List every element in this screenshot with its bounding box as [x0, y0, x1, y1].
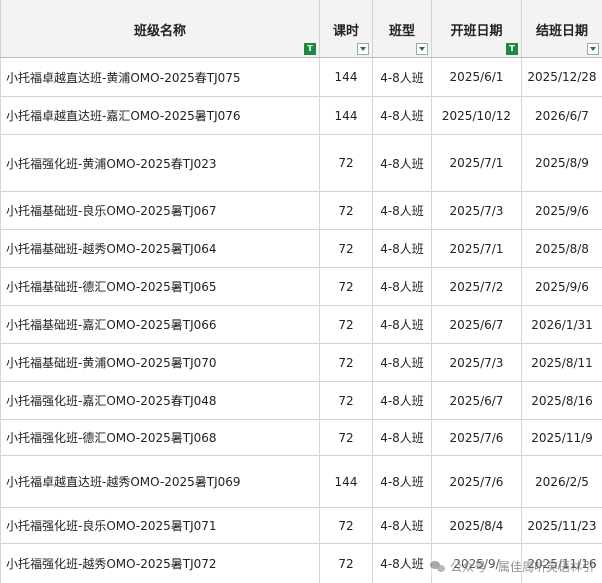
class-type-cell[interactable]: 4-8人班 [372, 507, 432, 544]
start-date-cell[interactable]: 2025/7/6 [431, 455, 522, 508]
hours-cell[interactable]: 144 [319, 57, 373, 97]
class-type-cell[interactable]: 4-8人班 [372, 343, 432, 382]
filter-active-icon[interactable]: T [304, 43, 316, 55]
filter-dropdown-icon[interactable] [587, 43, 599, 55]
end-date-cell[interactable]: 2025/9/6 [521, 267, 602, 306]
class-type-cell[interactable]: 4-8人班 [372, 543, 432, 583]
class-type-cell[interactable]: 4-8人班 [372, 455, 432, 508]
class-type-cell[interactable]: 4-8人班 [372, 419, 432, 456]
hours-cell[interactable]: 72 [319, 191, 373, 230]
header-label: 结班日期 [535, 24, 588, 39]
table-row[interactable]: 小托福卓越直达班-黄浦OMO-2025春TJ075 144 4-8人班 2025/6/… [0, 57, 602, 97]
class-name-cell[interactable]: 小托福基础班-德汇OMO-2025暑TJ065 [0, 267, 320, 306]
class-table: 班级名称 T 课时 班型 开班日期 T 结班日期 小托福卓越直达班-黄浦OMO-… [0, 0, 602, 583]
table-row[interactable]: 小托福强化班-嘉汇OMO-2025春TJ048 72 4-8人班 2025/6/7 20… [0, 381, 602, 420]
start-date-cell[interactable]: 2025/7/6 [431, 419, 522, 456]
class-name-cell[interactable]: 小托福强化班-良乐OMO-2025暑TJ071 [0, 507, 320, 544]
class-name-cell[interactable]: 小托福强化班-黄浦OMO-2025春TJ023 [0, 134, 320, 192]
wechat-icon [430, 560, 446, 573]
class-type-cell[interactable]: 4-8人班 [372, 96, 432, 135]
header-label: 课时 [332, 24, 359, 39]
table-row[interactable]: 小托福基础班-嘉汇OMO-2025暑TJ066 72 4-8人班 2025/6/7 20… [0, 305, 602, 344]
table-row[interactable]: 小托福基础班-黄浦OMO-2025暑TJ070 72 4-8人班 2025/7/3 20… [0, 343, 602, 382]
class-type-cell[interactable]: 4-8人班 [372, 57, 432, 97]
end-date-cell[interactable]: 2025/8/11 [521, 343, 602, 382]
start-date-cell[interactable]: 2025/7/2 [431, 267, 522, 306]
class-name-cell[interactable]: 小托福卓越直达班-黄浦OMO-2025春TJ075 [0, 57, 320, 97]
end-date-cell[interactable]: 2026/1/31 [521, 305, 602, 344]
table-row[interactable]: 小托福卓越直达班-越秀OMO-2025暑TJ069 144 4-8人班 2025/7/… [0, 455, 602, 508]
class-type-cell[interactable]: 4-8人班 [372, 381, 432, 420]
class-type-cell[interactable]: 4-8人班 [372, 267, 432, 306]
table-row[interactable]: 小托福卓越直达班-嘉汇OMO-2025暑TJ076 144 4-8人班 2025/10… [0, 96, 602, 135]
watermark-text: 公众号 [450, 560, 487, 574]
class-name-cell[interactable]: 小托福强化班-德汇OMO-2025暑TJ068 [0, 419, 320, 456]
hours-cell[interactable]: 72 [319, 507, 373, 544]
class-name-cell[interactable]: 小托福强化班-嘉汇OMO-2025春TJ048 [0, 381, 320, 420]
end-date-cell[interactable]: 2025/8/16 [521, 381, 602, 420]
hours-cell[interactable]: 72 [319, 543, 373, 583]
header-row: 班级名称 T 课时 班型 开班日期 T 结班日期 [0, 0, 602, 58]
start-date-cell[interactable]: 2025/6/1 [431, 57, 522, 97]
filter-dropdown-icon[interactable] [416, 43, 428, 55]
header-class-type: 班型 [372, 0, 432, 58]
hours-cell[interactable]: 144 [319, 455, 373, 508]
class-type-cell[interactable]: 4-8人班 [372, 229, 432, 268]
header-label: 班级名称 [133, 24, 186, 39]
header-label: 开班日期 [450, 24, 503, 39]
header-end-date: 结班日期 [521, 0, 602, 58]
class-type-cell[interactable]: 4-8人班 [372, 134, 432, 192]
start-date-cell[interactable]: 2025/6/7 [431, 305, 522, 344]
end-date-cell[interactable]: 2025/11/9 [521, 419, 602, 456]
table-row[interactable]: 小托福基础班-德汇OMO-2025暑TJ065 72 4-8人班 2025/7/2 20… [0, 267, 602, 306]
hours-cell[interactable]: 72 [319, 134, 373, 192]
start-date-cell[interactable]: 2025/7/3 [431, 191, 522, 230]
header-class-name: 班级名称 T [0, 0, 320, 58]
start-date-cell[interactable]: 2025/8/4 [431, 507, 522, 544]
header-hours: 课时 [319, 0, 373, 58]
end-date-cell[interactable]: 2025/12/28 [521, 57, 602, 97]
start-date-cell[interactable]: 2025/6/7 [431, 381, 522, 420]
filter-dropdown-icon[interactable] [357, 43, 369, 55]
class-name-cell[interactable]: 小托福卓越直达班-嘉汇OMO-2025暑TJ076 [0, 96, 320, 135]
watermark-text: 属佳周听英语林引 [497, 560, 594, 574]
table-row[interactable]: 小托福强化班-德汇OMO-2025暑TJ068 72 4-8人班 2025/7/6 20… [0, 419, 602, 456]
class-name-cell[interactable]: 小托福基础班-黄浦OMO-2025暑TJ070 [0, 343, 320, 382]
class-name-cell[interactable]: 小托福卓越直达班-越秀OMO-2025暑TJ069 [0, 455, 320, 508]
table-row[interactable]: 小托福基础班-越秀OMO-2025暑TJ064 72 4-8人班 2025/7/1 20… [0, 229, 602, 268]
class-name-cell[interactable]: 小托福强化班-越秀OMO-2025暑TJ072 [0, 543, 320, 583]
header-start-date: 开班日期 T [431, 0, 522, 58]
class-name-cell[interactable]: 小托福基础班-越秀OMO-2025暑TJ064 [0, 229, 320, 268]
class-type-cell[interactable]: 4-8人班 [372, 191, 432, 230]
end-date-cell[interactable]: 2025/9/6 [521, 191, 602, 230]
end-date-cell[interactable]: 2025/8/9 [521, 134, 602, 192]
start-date-cell[interactable]: 2025/7/1 [431, 134, 522, 192]
table-row[interactable]: 小托福强化班-黄浦OMO-2025春TJ023 72 4-8人班 2025/7/1 20… [0, 134, 602, 192]
hours-cell[interactable]: 72 [319, 381, 373, 420]
watermark-separator: · [490, 559, 494, 574]
watermark: 公众号 · 属佳周听英语林引 [430, 558, 594, 575]
hours-cell[interactable]: 72 [319, 305, 373, 344]
hours-cell[interactable]: 72 [319, 419, 373, 456]
hours-cell[interactable]: 72 [319, 229, 373, 268]
start-date-cell[interactable]: 2025/7/1 [431, 229, 522, 268]
hours-cell[interactable]: 72 [319, 267, 373, 306]
start-date-cell[interactable]: 2025/10/12 [431, 96, 522, 135]
header-label: 班型 [388, 24, 415, 39]
end-date-cell[interactable]: 2025/11/23 [521, 507, 602, 544]
filter-active-icon[interactable]: T [506, 43, 518, 55]
end-date-cell[interactable]: 2025/8/8 [521, 229, 602, 268]
table-row[interactable]: 小托福基础班-良乐OMO-2025暑TJ067 72 4-8人班 2025/7/3 20… [0, 191, 602, 230]
hours-cell[interactable]: 144 [319, 96, 373, 135]
class-name-cell[interactable]: 小托福基础班-嘉汇OMO-2025暑TJ066 [0, 305, 320, 344]
end-date-cell[interactable]: 2026/6/7 [521, 96, 602, 135]
spreadsheet: 班级名称 T 课时 班型 开班日期 T 结班日期 小托福卓越直达班-黄浦OMO-… [0, 0, 602, 583]
table-row[interactable]: 小托福强化班-良乐OMO-2025暑TJ071 72 4-8人班 2025/8/4 20… [0, 507, 602, 544]
hours-cell[interactable]: 72 [319, 343, 373, 382]
end-date-cell[interactable]: 2026/2/5 [521, 455, 602, 508]
class-name-cell[interactable]: 小托福基础班-良乐OMO-2025暑TJ067 [0, 191, 320, 230]
class-type-cell[interactable]: 4-8人班 [372, 305, 432, 344]
start-date-cell[interactable]: 2025/7/3 [431, 343, 522, 382]
